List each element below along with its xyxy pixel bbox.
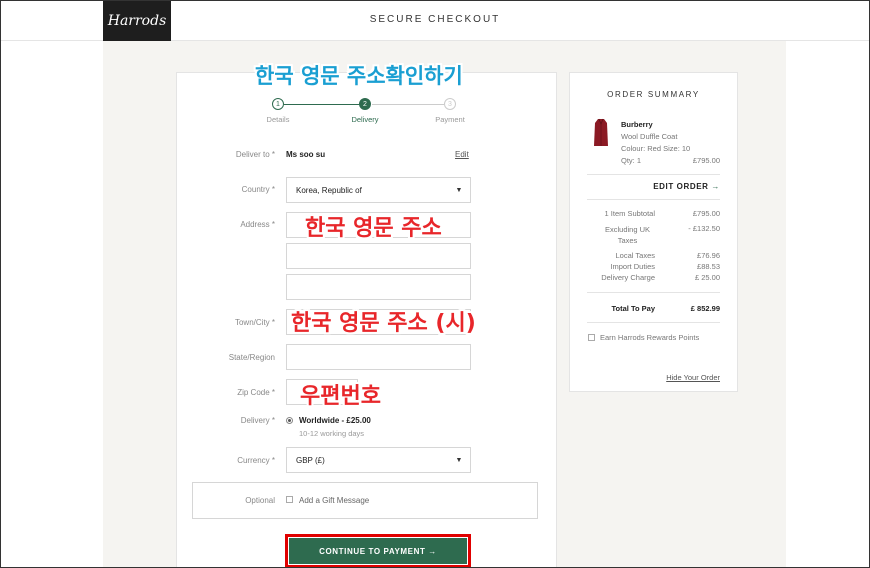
page-frame <box>0 0 870 568</box>
